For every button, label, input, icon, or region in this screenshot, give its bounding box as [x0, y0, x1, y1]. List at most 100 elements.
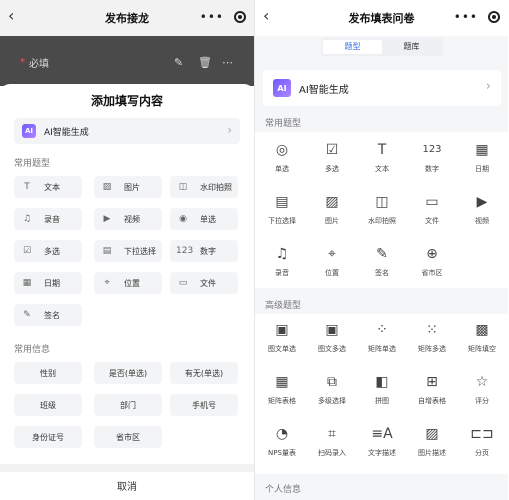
- question-type-item[interactable]: ⊏⊐ 分页: [458, 424, 506, 458]
- question-type-item[interactable]: ⧉ 多级选择: [308, 372, 356, 406]
- info-chip[interactable]: 身份证号: [14, 426, 82, 448]
- question-type-item[interactable]: T 文本: [358, 140, 406, 174]
- question-type-label: 文件: [425, 217, 439, 225]
- ai-icon: AI: [22, 124, 36, 138]
- left-nav-bar: ‹ 发布接龙 •••: [0, 0, 254, 36]
- ai-icon: AI: [273, 79, 291, 97]
- ai-label: AI智能生成: [44, 127, 89, 138]
- more-icon[interactable]: •••: [454, 10, 478, 24]
- tab-question-bank[interactable]: 题库: [382, 40, 441, 54]
- question-type-item[interactable]: ⊞ 自增表格: [408, 372, 456, 406]
- globe-icon: ⊕: [426, 246, 438, 262]
- tab-question-types[interactable]: 题型: [323, 40, 382, 54]
- left-screen: ‹ 发布接龙 ••• * 必填 ✎ 🗑 ⋯ 添加填写内容 AI AI智能生成 ›…: [0, 0, 254, 500]
- info-chip[interactable]: 省市区: [94, 426, 162, 448]
- type-chip[interactable]: ☑ 多选: [14, 240, 82, 262]
- type-chip-label: 单选: [200, 214, 216, 224]
- advanced-types-label: 高级题型: [265, 301, 302, 311]
- question-type-item[interactable]: ▣ 图文多选: [308, 320, 356, 354]
- info-chip-label: 省市区: [116, 432, 140, 442]
- type-chip[interactable]: ▦ 日期: [14, 272, 82, 294]
- sheet-title: 添加填写内容: [90, 94, 163, 108]
- ai-generate-button[interactable]: AI AI智能生成 ›: [263, 70, 501, 106]
- question-type-item[interactable]: ▤ 下拉选择: [258, 192, 306, 226]
- question-type-item[interactable]: ▩ 矩阵填空: [458, 320, 506, 354]
- more-icon: ⋯: [222, 55, 233, 69]
- type-chip-label: 水印拍照: [200, 182, 232, 192]
- page-break-icon: ⊏⊐: [470, 426, 494, 442]
- question-type-item[interactable]: ◔ NPS量表: [258, 424, 306, 458]
- question-type-item[interactable]: ✎ 签名: [358, 244, 406, 278]
- question-type-item[interactable]: ▭ 文件: [408, 192, 456, 226]
- question-type-item[interactable]: ▨ 图片描述: [408, 424, 456, 458]
- question-type-item[interactable]: ◧ 拼图: [358, 372, 406, 406]
- question-type-item[interactable]: ⌗ 扫码录入: [308, 424, 356, 458]
- question-type-item[interactable]: ☆ 评分: [458, 372, 506, 406]
- question-type-label: 水印拍照: [368, 217, 396, 225]
- info-chip[interactable]: 部门: [94, 394, 162, 416]
- question-type-item[interactable]: ▶ 视频: [458, 192, 506, 226]
- image-icon: ▨: [102, 182, 112, 192]
- star-icon: ☆: [475, 374, 489, 390]
- type-chip[interactable]: ▭ 文件: [170, 272, 238, 294]
- back-icon[interactable]: ‹: [8, 8, 24, 24]
- type-chip[interactable]: ▨ 图片: [94, 176, 162, 198]
- question-type-item[interactable]: ⁘ 矩阵单选: [358, 320, 406, 354]
- puzzle-icon: ◧: [375, 374, 389, 390]
- question-type-label: 数字: [425, 165, 439, 173]
- signature-icon: ✎: [23, 310, 31, 320]
- info-chip[interactable]: 手机号: [170, 394, 238, 416]
- video-icon: ▶: [103, 214, 111, 224]
- question-type-item[interactable]: ◫ 水印拍照: [358, 192, 406, 226]
- chevron-right-icon: ›: [485, 79, 491, 94]
- question-type-item[interactable]: ▦ 日期: [458, 140, 506, 174]
- type-chip[interactable]: ✎ 签名: [14, 304, 82, 326]
- type-chip[interactable]: ◫ 水印拍照: [170, 176, 238, 198]
- info-chip[interactable]: 有无(单选): [170, 362, 238, 384]
- question-type-item[interactable]: ⌖ 位置: [308, 244, 356, 278]
- text-icon: T: [377, 142, 387, 158]
- checkbox-icon: ☑: [325, 142, 339, 158]
- question-type-item[interactable]: ♫ 录音: [258, 244, 306, 278]
- checkbox-icon: ☑: [22, 246, 32, 256]
- cancel-button[interactable]: 取消: [0, 478, 254, 500]
- close-miniprogram-icon[interactable]: [488, 11, 500, 23]
- more-icon[interactable]: •••: [200, 10, 224, 24]
- type-chip[interactable]: ▤ 下拉选择: [94, 240, 162, 262]
- question-type-item[interactable]: ☑ 多选: [308, 140, 356, 174]
- question-type-item[interactable]: ⁙ 矩阵多选: [408, 320, 456, 354]
- info-chip[interactable]: 性别: [14, 362, 82, 384]
- question-type-item[interactable]: ⊕ 省市区: [408, 244, 456, 278]
- question-type-item[interactable]: ▨ 图片: [308, 192, 356, 226]
- question-type-item[interactable]: 123 数字: [408, 140, 456, 174]
- type-chip[interactable]: ♫ 录音: [14, 208, 82, 230]
- question-type-item[interactable]: ▦ 矩阵表格: [258, 372, 306, 406]
- type-chip[interactable]: 123 数字: [170, 240, 238, 262]
- type-chip[interactable]: ▶ 视频: [94, 208, 162, 230]
- watermark-icon: ◫: [178, 182, 188, 192]
- type-chip[interactable]: T 文本: [14, 176, 82, 198]
- common-types-label: 常用题型: [14, 159, 51, 169]
- auto-table-icon: ⊞: [426, 374, 438, 390]
- back-icon[interactable]: ‹: [263, 8, 279, 24]
- ai-generate-button[interactable]: AI AI智能生成 ›: [14, 118, 240, 144]
- type-chip[interactable]: ⌖ 位置: [94, 272, 162, 294]
- image-icon: ▨: [325, 194, 339, 210]
- question-type-item[interactable]: ≡A 文字描述: [358, 424, 406, 458]
- question-type-label: 单选: [275, 165, 289, 173]
- question-type-label: 文本: [375, 165, 389, 173]
- question-type-item[interactable]: ▣ 图文单选: [258, 320, 306, 354]
- question-type-label: 文字描述: [368, 449, 396, 457]
- close-miniprogram-icon[interactable]: [234, 11, 246, 23]
- scan-icon: ⌗: [328, 426, 336, 442]
- mic-icon: ♫: [275, 246, 289, 262]
- type-chip-label: 数字: [200, 246, 216, 256]
- common-types-grid: ◎ 单选 ☑ 多选 T 文本 123 数字 ▦ 日期 ▤ 下拉选择 ▨ 图片 ◫ 水印拍照 ▭ 文件 ▶ 视频 ♫ 录音 ⌖…: [255, 132, 508, 288]
- type-chip-label: 下拉选择: [124, 246, 156, 256]
- info-chip[interactable]: 班级: [14, 394, 82, 416]
- info-chip[interactable]: 是否(单选): [94, 362, 162, 384]
- question-type-label: 分页: [475, 449, 489, 457]
- question-type-item[interactable]: ◎ 单选: [258, 140, 306, 174]
- type-chip[interactable]: ◉ 单选: [170, 208, 238, 230]
- signature-icon: ✎: [376, 246, 388, 262]
